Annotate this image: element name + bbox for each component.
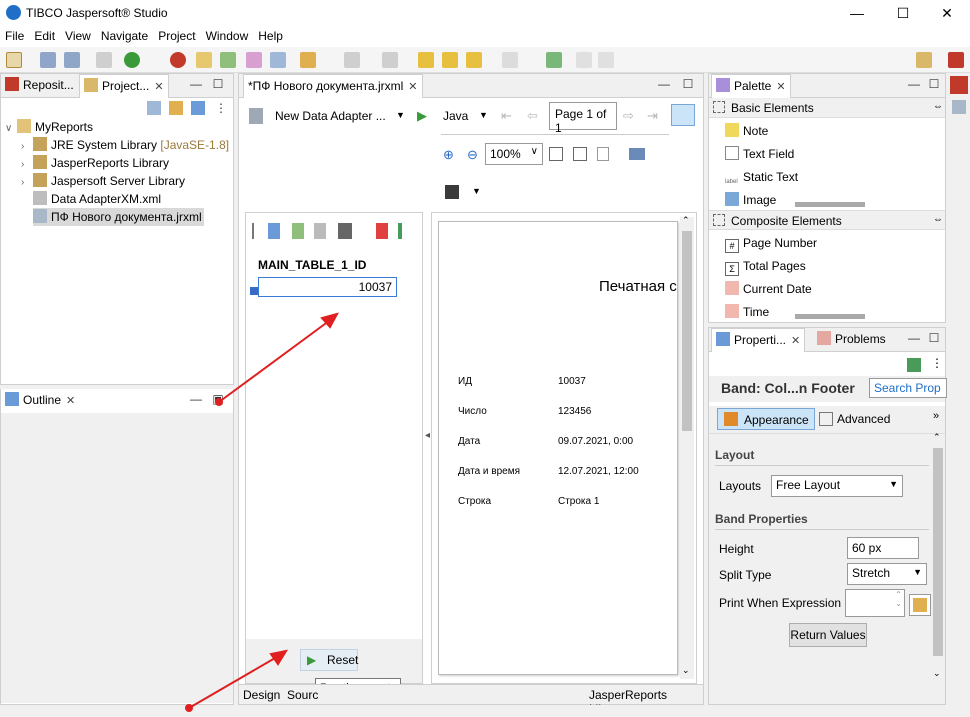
annotation-arrow-head	[269, 649, 289, 666]
annotation-arrow-tail	[215, 398, 223, 406]
annotation-arrow-tail	[185, 704, 193, 712]
annotation-arrows	[185, 312, 339, 712]
annotation-arrow-line	[188, 653, 283, 709]
annotation-arrow-line	[218, 317, 334, 403]
